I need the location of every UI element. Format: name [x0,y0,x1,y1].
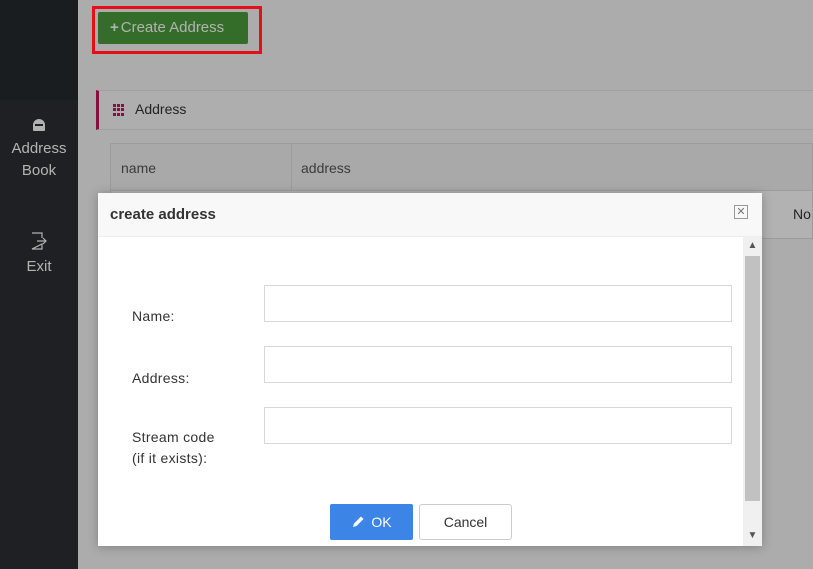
dialog-header: create address ✕ [98,193,762,237]
address-input[interactable] [264,346,732,383]
scroll-down-icon[interactable]: ▼ [743,527,762,545]
name-label: Name: [132,308,175,324]
highlight-box [92,6,262,54]
dialog-scrollbar[interactable]: ▲ ▼ [743,237,762,546]
ok-button[interactable]: OK [330,504,413,540]
stream-code-input[interactable] [264,407,732,444]
name-input[interactable] [264,285,732,322]
stream-code-label: Stream code (if it exists): [132,429,215,466]
dialog-body: Name: Address: Stream code (if it exists… [98,237,762,546]
address-label: Address: [132,370,190,386]
pencil-icon [353,516,364,527]
ok-label: OK [371,514,392,530]
create-address-dialog: create address ✕ Name: Address: Stream c… [98,193,762,546]
dialog-title: create address [110,206,216,223]
scroll-up-icon[interactable]: ▲ [743,237,762,255]
close-icon[interactable]: ✕ [734,205,748,219]
scrollbar-thumb[interactable] [745,256,760,501]
cancel-button[interactable]: Cancel [419,504,512,540]
